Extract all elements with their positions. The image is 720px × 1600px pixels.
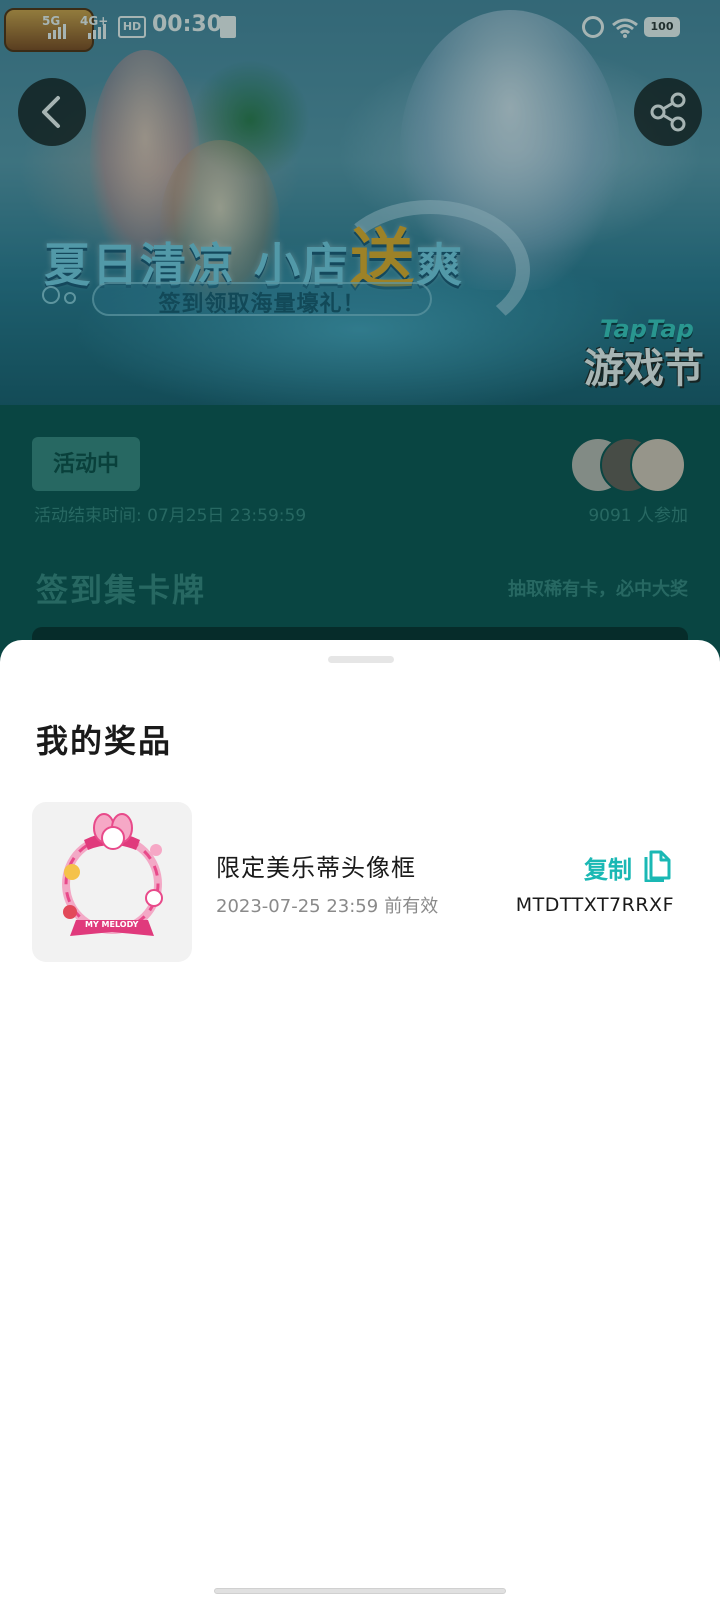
sheet-drag-handle[interactable] [328,656,394,663]
sheet-title: 我的奖品 [36,722,173,760]
avatar-frame-image [62,813,163,936]
home-indicator[interactable] [214,1588,506,1594]
prize-thumbnail: MY MELODY [32,802,192,962]
copy-code-button[interactable]: 复制 [578,848,688,888]
redeem-code[interactable]: MTDTTXT7RRXF [516,894,674,916]
my-prizes-sheet: 我的奖品 MY MELODY 限定美乐蒂头像框 2023-07-25 23:59… [0,640,720,1600]
copy-icon [644,850,671,882]
prize-item: MY MELODY 限定美乐蒂头像框 2023-07-25 23:59 前有效 复… [32,802,688,962]
prize-expiry: 2023-07-25 23:59 前有效 [216,892,438,918]
thumb-label: MY MELODY [85,920,139,929]
prize-expiry-date: 2023-07-25 23:59 [216,896,379,917]
prize-name: 限定美乐蒂头像框 [216,854,416,882]
copy-label: 复制 [584,855,632,884]
prize-expiry-suffix: 前有效 [384,896,439,917]
